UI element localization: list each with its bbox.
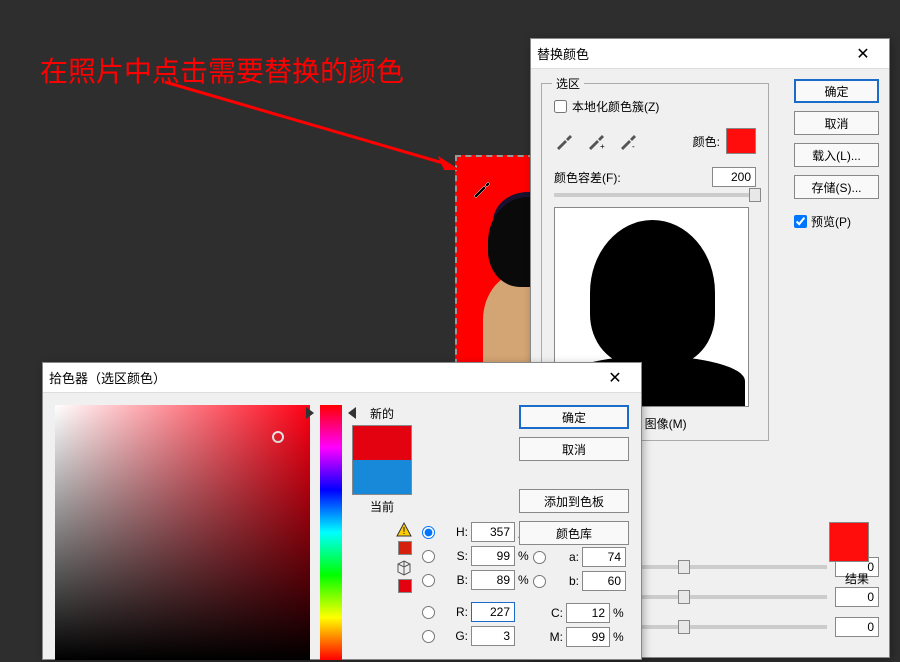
current-label: 当前 (370, 498, 394, 515)
websafe-swatch[interactable] (398, 579, 412, 593)
c-input[interactable] (566, 603, 610, 623)
ok-button[interactable]: 确定 (794, 79, 879, 103)
selection-color-swatch[interactable] (726, 128, 756, 154)
eyedropper-icon[interactable] (554, 131, 574, 151)
close-icon[interactable]: ✕ (595, 366, 635, 390)
fuzziness-input[interactable] (712, 167, 756, 187)
slider-thumb[interactable] (678, 560, 690, 574)
s-input[interactable] (471, 546, 515, 566)
current-color[interactable] (353, 460, 411, 494)
fuzziness-slider[interactable] (554, 193, 754, 197)
color-picker-dialog: 拾色器（选区颜色） ✕ 新的 当前 ! H:度 S:% B:% R: G: (42, 362, 642, 660)
localized-clusters-input[interactable] (554, 100, 567, 113)
add-swatch-button[interactable]: 添加到色板 (519, 489, 629, 513)
eyedropper-subtract-icon[interactable]: - (618, 131, 638, 151)
color-field[interactable] (55, 405, 310, 660)
lab-b-input[interactable] (582, 571, 626, 591)
radio-h[interactable] (422, 526, 435, 539)
g-input[interactable] (471, 626, 515, 646)
color-libraries-button[interactable]: 颜色库 (519, 521, 629, 545)
eyedropper-add-icon[interactable]: + (586, 131, 606, 151)
replace-color-title: 替换颜色 (537, 44, 589, 63)
gamut-closest-swatch[interactable] (398, 541, 412, 555)
radio-g[interactable] (422, 630, 435, 643)
svg-text:+: + (600, 142, 605, 151)
result-input-3[interactable] (835, 617, 879, 637)
new-color (353, 426, 411, 460)
color-picker-title: 拾色器（选区颜色） (49, 368, 166, 387)
result-color-swatch[interactable] (829, 522, 869, 562)
new-label: 新的 (370, 405, 394, 422)
replace-color-titlebar[interactable]: 替换颜色 ✕ (531, 39, 889, 69)
h-input[interactable] (471, 522, 515, 542)
color-label: 颜色: (693, 133, 720, 150)
load-button[interactable]: 载入(L)... (794, 143, 879, 167)
preview-silhouette-head (590, 220, 715, 365)
save-button[interactable]: 存储(S)... (794, 175, 879, 199)
picker-cancel-button[interactable]: 取消 (519, 437, 629, 461)
b-input[interactable] (471, 570, 515, 590)
eyedropper-cursor-icon (471, 179, 491, 199)
radio-lab-b[interactable] (533, 575, 546, 588)
cancel-button[interactable]: 取消 (794, 111, 879, 135)
slider-thumb[interactable] (749, 188, 761, 202)
result-input-2[interactable] (835, 587, 879, 607)
color-picker-titlebar[interactable]: 拾色器（选区颜色） ✕ (43, 363, 641, 393)
radio-s[interactable] (422, 550, 435, 563)
color-field-cursor (272, 431, 284, 443)
close-icon[interactable]: ✕ (843, 42, 883, 66)
hue-slider[interactable] (320, 405, 342, 660)
localized-clusters-checkbox[interactable]: 本地化颜色簇(Z) (554, 98, 756, 115)
annotation-text: 在照片中点击需要替换的颜色 (40, 50, 404, 90)
hue-cursor (314, 407, 348, 419)
preview-checkbox[interactable]: 预览(P) (794, 213, 879, 230)
r-input[interactable] (471, 602, 515, 622)
m-input[interactable] (566, 627, 610, 647)
a-input[interactable] (582, 547, 626, 567)
slider-thumb[interactable] (678, 590, 690, 604)
svg-text:-: - (632, 142, 635, 151)
radio-r[interactable] (422, 606, 435, 619)
fuzziness-label: 颜色容差(F): (554, 169, 621, 186)
radio-a[interactable] (533, 551, 546, 564)
radio-b[interactable] (422, 574, 435, 587)
cube-icon[interactable] (396, 560, 412, 576)
picker-ok-button[interactable]: 确定 (519, 405, 629, 429)
selection-legend: 选区 (552, 75, 584, 92)
slider-thumb[interactable] (678, 620, 690, 634)
color-preview-swatch (352, 425, 412, 495)
result-label: 结果 (845, 570, 869, 587)
svg-text:!: ! (403, 526, 406, 537)
gamut-warning-icon[interactable]: ! (396, 522, 412, 538)
